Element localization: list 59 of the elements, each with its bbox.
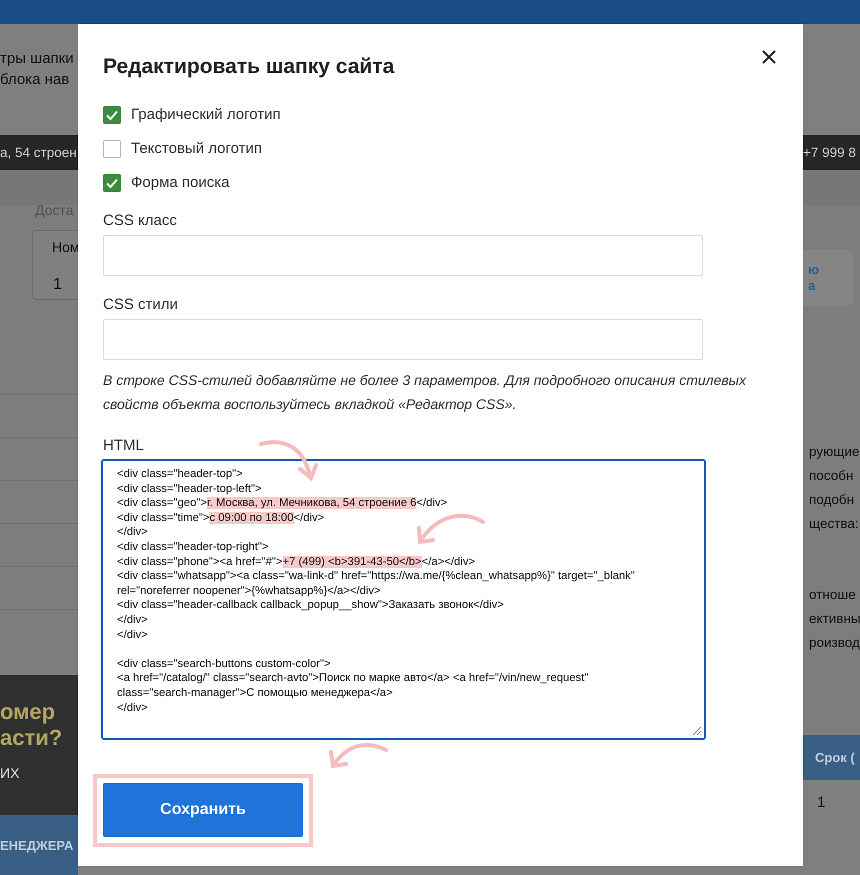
field-label: HTML <box>103 437 145 455</box>
paragraph-text: отноше <box>809 586 857 604</box>
code-text: <div class="header-top-left"> <box>117 482 262 495</box>
html-editor[interactable] <box>101 459 706 740</box>
hint-text: В строке CSS-стилей добавляйте не более 3 параметров. Для подробного описания стилевых свойств объекта воспользуйтесь вкладкой «Редактор CSS». <box>103 371 748 414</box>
code-text: <div class="search-buttons custom-color"> <box>117 656 331 672</box>
dialog-title: Редактировать шапку сайта <box>103 54 394 80</box>
css-styles-field[interactable] <box>103 319 703 360</box>
code-text: class="search-manager">С помощью менеджера</a> <box>117 686 393 699</box>
promo-text: ИХ <box>0 765 20 781</box>
code-text: +7 (499) <b>391-43-50</b> <box>282 556 422 568</box>
field-label: CSS класс <box>103 212 178 230</box>
checkbox[interactable] <box>103 140 121 158</box>
code-text: <div class="time"> <box>117 512 210 524</box>
paragraph-text: ективны <box>809 610 860 628</box>
field-label: CSS стили <box>103 296 179 314</box>
manager-button[interactable]: ЕНЕДЖЕРА <box>0 815 78 875</box>
code-text: rel="noreferrer noopener">{%whatsapp%}</a></div> <box>117 584 381 597</box>
code-text: </div> <box>294 512 324 524</box>
intro-text: тры шапки <box>0 50 75 67</box>
promo-heading: омер <box>0 699 56 725</box>
code-text: <div class="header-top-right"> <box>117 540 269 553</box>
code-text: </div> <box>117 702 148 714</box>
save-button[interactable]: Сохранить <box>103 783 303 837</box>
checkbox[interactable] <box>103 174 121 192</box>
promo-heading: асти? <box>0 725 64 751</box>
code-text: </div> <box>416 497 448 510</box>
checkbox-label: Графический логотип <box>131 105 281 124</box>
checkbox-label: Форма поиска <box>131 173 230 192</box>
paragraph-text: роизвод <box>809 634 860 652</box>
code-text: <div class="header-callback callback_popup__show">Заказать звонок</div> <box>117 599 504 612</box>
code-text: <div class="geo"> <box>117 497 207 510</box>
code-text: </div> <box>117 526 148 538</box>
code-text: </div> <box>117 628 148 641</box>
code-text: г. Москва, ул. Мечникова, 54 строение 6 <box>206 497 416 510</box>
code-text: <div class="whatsapp"><a class="wa-link-d" href="https://wa.me/{%clean_whatsapp%}" target="_blank" <box>117 570 635 582</box>
card-link-text: а <box>808 278 816 294</box>
paragraph-text: пособн <box>809 467 854 485</box>
card-value: 1 <box>53 276 62 294</box>
card-link-text: ю <box>808 262 820 278</box>
card-label: Ном <box>52 239 80 255</box>
css-class-field[interactable] <box>103 235 703 276</box>
paragraph-text: подобн <box>809 491 856 509</box>
code-text: </div> <box>117 614 148 626</box>
close-icon[interactable] <box>761 49 777 65</box>
code-text: </a></div> <box>422 556 476 568</box>
code-text: <div class="phone"><a href="#"> <box>117 556 283 568</box>
resize-handle-icon[interactable] <box>690 724 702 736</box>
paragraph-text: рующие <box>809 443 860 461</box>
phone-text: +7 999 8 <box>803 145 856 160</box>
code-text: с 09:00 по 18:00 <box>209 512 294 524</box>
checkbox-label: Текстовый логотип <box>131 139 262 158</box>
code-text: <div class="header-top"> <box>117 468 243 480</box>
paragraph-text: щества: <box>809 515 860 533</box>
code-text: <a href="/catalog/" class="search-avto">Поиск по марке авто</a> <a href="/vin/new_request" <box>117 672 588 684</box>
table-header: Срок ( <box>803 735 860 780</box>
checkbox[interactable] <box>103 106 121 124</box>
address-text: а, 54 строен <box>0 145 77 160</box>
intro-text: блока нав <box>0 71 70 88</box>
